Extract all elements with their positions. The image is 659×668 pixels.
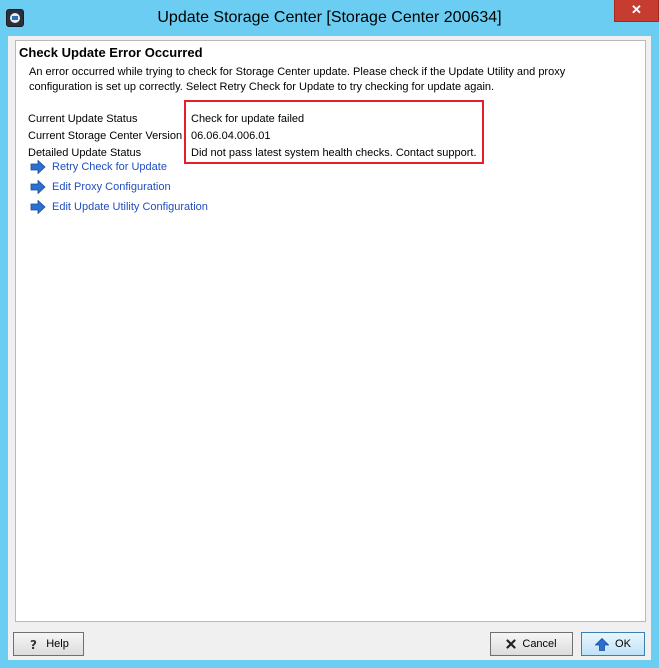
dialog-window: Update Storage Center [Storage Center 20…	[0, 0, 659, 668]
status-highlight-box	[184, 100, 484, 164]
ok-button-label: OK	[615, 638, 631, 650]
edit-update-utility-link[interactable]: Edit Update Utility Configuration	[30, 199, 208, 215]
close-icon: ✕	[631, 2, 642, 17]
ok-button[interactable]: OK	[581, 632, 645, 656]
help-button-label: Help	[46, 638, 69, 650]
content-panel: Check Update Error Occurred An error occ…	[15, 40, 646, 622]
detailed-update-status-label: Detailed Update Status	[28, 147, 142, 159]
edit-proxy-link-label[interactable]: Edit Proxy Configuration	[52, 181, 171, 193]
svg-text:?: ?	[30, 638, 37, 650]
close-button[interactable]: ✕	[614, 0, 659, 22]
arrow-right-icon	[30, 200, 46, 214]
button-bar: ? Help Cancel OK	[8, 624, 651, 660]
help-icon: ?	[28, 638, 40, 650]
retry-check-link[interactable]: Retry Check for Update	[30, 159, 167, 175]
title-bar[interactable]: Update Storage Center [Storage Center 20…	[0, 0, 659, 36]
cancel-button[interactable]: Cancel	[490, 632, 573, 656]
retry-check-link-label[interactable]: Retry Check for Update	[52, 161, 167, 173]
dialog-client-area: Check Update Error Occurred An error occ…	[8, 36, 651, 660]
cancel-button-label: Cancel	[522, 638, 557, 650]
current-update-status-label: Current Update Status	[28, 113, 138, 125]
help-button[interactable]: ? Help	[13, 632, 84, 656]
arrow-right-icon	[30, 180, 46, 194]
error-description: An error occurred while trying to check …	[29, 66, 566, 93]
edit-update-utility-link-label[interactable]: Edit Update Utility Configuration	[52, 201, 208, 213]
window-title: Update Storage Center [Storage Center 20…	[157, 9, 502, 26]
edit-proxy-link[interactable]: Edit Proxy Configuration	[30, 179, 171, 195]
cancel-x-icon	[506, 639, 516, 649]
arrow-right-icon	[30, 160, 46, 174]
up-arrow-icon	[595, 637, 610, 651]
current-version-label: Current Storage Center Version	[28, 130, 183, 142]
page-title: Check Update Error Occurred	[19, 45, 203, 60]
